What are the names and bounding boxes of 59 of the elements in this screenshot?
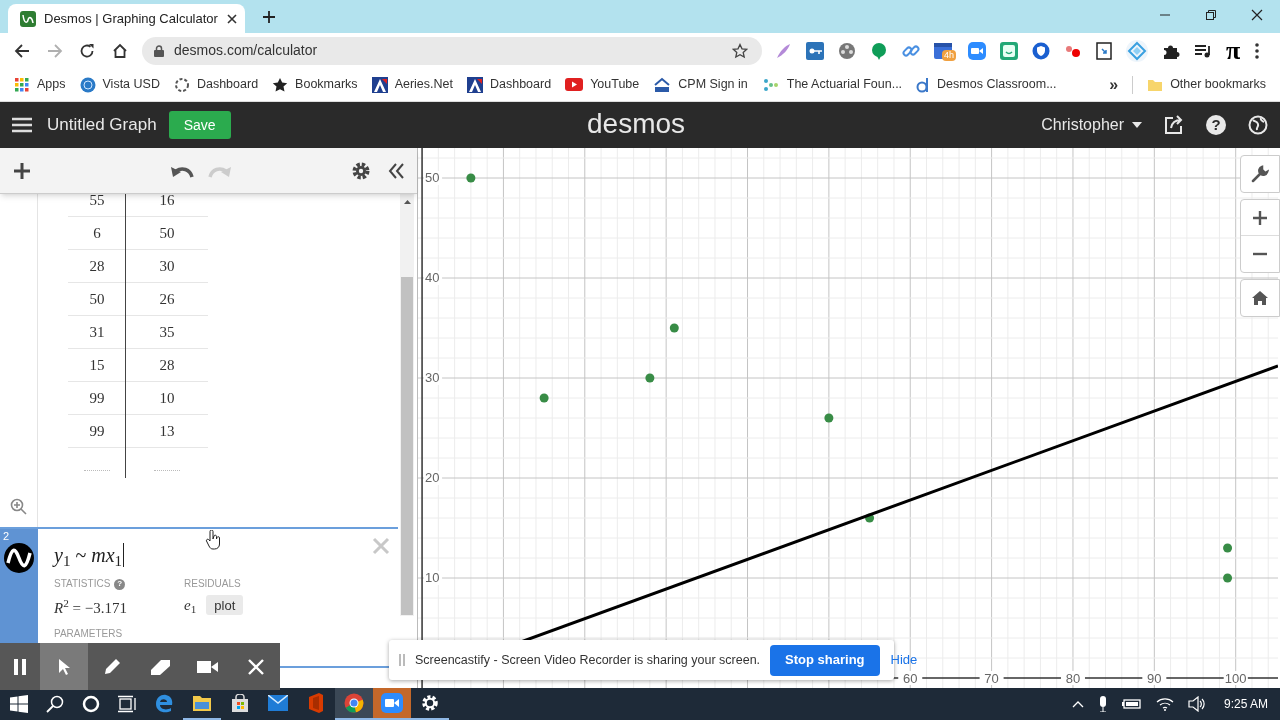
section-label: STATISTICS bbox=[54, 577, 111, 591]
bookmark-link[interactable]: The Actuarial Foun... bbox=[761, 75, 903, 94]
residual-variable: e$_{1}$ bbox=[184, 596, 197, 617]
axis-label: 50 bbox=[425, 170, 440, 185]
axis-label: 30 bbox=[425, 370, 440, 385]
axis-label: 70 bbox=[984, 671, 999, 686]
pi-extension-button[interactable]: π bbox=[1226, 37, 1241, 64]
axis-label: 90 bbox=[1147, 671, 1162, 686]
table-cell[interactable]: 31 bbox=[68, 320, 126, 344]
axis-label: 40 bbox=[425, 270, 440, 285]
hide-link[interactable]: Hide bbox=[890, 650, 918, 670]
bookmark-link[interactable]: Dashboard bbox=[467, 75, 552, 94]
bookmark-link[interactable]: Aeries.Net bbox=[371, 75, 453, 94]
table-cell[interactable]: 10 bbox=[126, 386, 208, 410]
bookmarks-overflow-button[interactable]: » bbox=[1109, 72, 1119, 97]
expression-number: 2 bbox=[3, 530, 10, 542]
bookmark-link[interactable]: Bookmarks bbox=[272, 75, 358, 94]
table-cell[interactable]: 6 bbox=[68, 221, 126, 245]
table-cell[interactable]: 99 bbox=[68, 419, 126, 443]
help-button[interactable]: ? bbox=[1206, 115, 1226, 135]
browser-tab[interactable]: Desmos | Graphing Calculator bbox=[8, 4, 245, 33]
bookmark-link[interactable]: Desmos Classroom... bbox=[916, 75, 1057, 94]
graph-title[interactable]: Untitled Graph bbox=[47, 112, 157, 138]
bookmark-link[interactable]: CPM Sign in bbox=[653, 75, 748, 94]
table-cell[interactable]: 15 bbox=[68, 353, 126, 377]
table-cell[interactable]: 28 bbox=[68, 254, 126, 278]
stop-sharing-button[interactable]: Stop sharing bbox=[770, 644, 880, 676]
bookmark-link[interactable]: YouTube bbox=[565, 75, 640, 94]
sharing-message: Screencastify - Screen Video Recorder is sharing your screen. bbox=[415, 651, 761, 669]
bookmark-folder[interactable]: Other bookmarks bbox=[1147, 75, 1266, 94]
table-cell[interactable]: 99 bbox=[68, 386, 126, 410]
axis-label: 10 bbox=[425, 570, 440, 585]
table-cell[interactable]: 30 bbox=[126, 254, 208, 278]
table-cell[interactable]: 55 bbox=[68, 194, 126, 212]
plot-button[interactable]: plot bbox=[206, 595, 244, 616]
r-squared-value: R$^{2}$ = −3.171 bbox=[54, 597, 128, 618]
user-menu[interactable]: Christopher bbox=[1041, 113, 1142, 137]
table-cell[interactable]: 16 bbox=[126, 194, 208, 212]
clock[interactable]: 9:25 AM bbox=[1223, 695, 1268, 713]
table-cell[interactable]: 26 bbox=[126, 287, 208, 311]
notification-badge: 4h bbox=[942, 49, 956, 61]
table-cell[interactable]: 28 bbox=[126, 353, 208, 377]
section-label: RESIDUALS bbox=[184, 577, 242, 591]
table-cell[interactable]: 50 bbox=[68, 287, 126, 311]
help-icon[interactable]: ? bbox=[114, 578, 126, 590]
table-cell[interactable]: 13 bbox=[126, 419, 208, 443]
formula-input[interactable]: y$_{1}$ ~ mx$_{1}$ bbox=[54, 543, 125, 567]
bookmark-link[interactable]: Vista USD bbox=[79, 75, 160, 94]
axis-label: 80 bbox=[1065, 671, 1081, 686]
table-cell[interactable]: 35 bbox=[126, 320, 208, 344]
axis-label: 20 bbox=[425, 470, 440, 485]
bookmark-link[interactable]: Dashboard bbox=[173, 75, 259, 94]
address-bar[interactable]: desmos.com/calculator bbox=[142, 36, 762, 65]
desmos-logo: desmos bbox=[587, 108, 686, 140]
axis-label: 100 bbox=[1224, 671, 1247, 686]
bookmark-link[interactable]: Apps bbox=[14, 75, 66, 94]
table-cell[interactable]: 50 bbox=[126, 221, 208, 245]
section-label: PARAMETERS bbox=[54, 627, 124, 640]
axis-label: 60 bbox=[903, 671, 918, 686]
